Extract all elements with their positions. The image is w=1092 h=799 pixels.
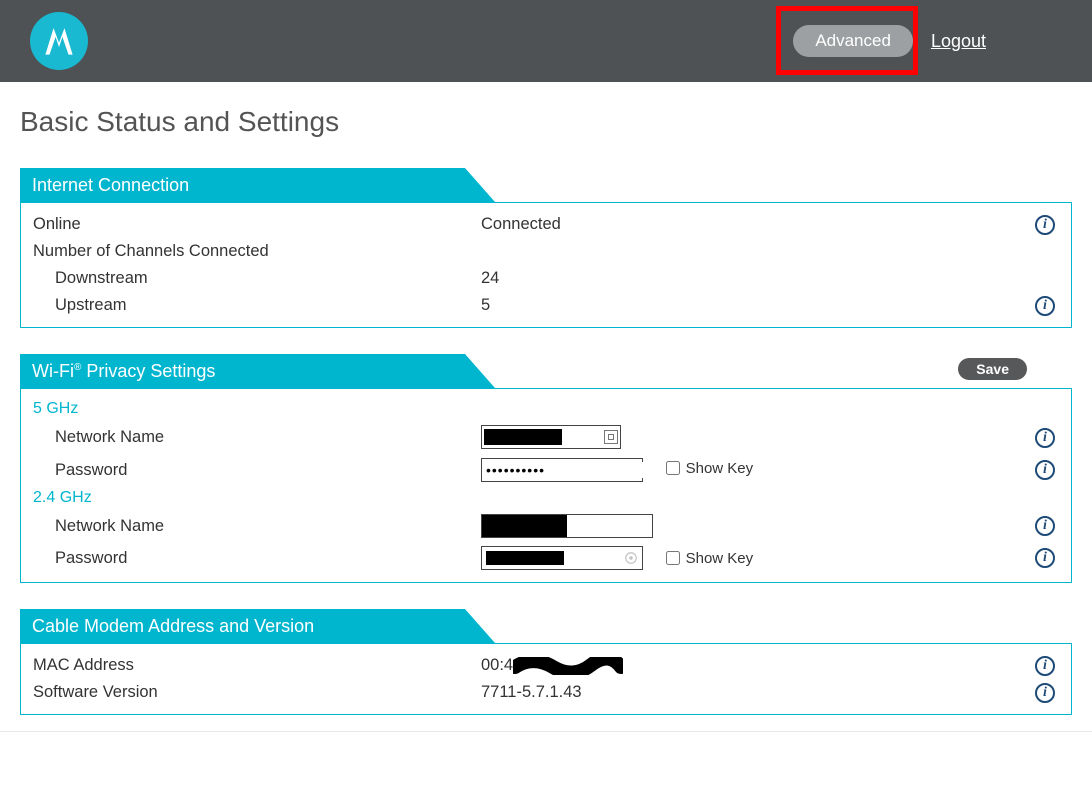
redacted-scribble-icon [513, 657, 623, 675]
section-modem-info: Cable Modem Address and Version MAC Addr… [20, 609, 1072, 715]
label-channels: Number of Channels Connected [31, 242, 481, 261]
wifi-title-suffix: Privacy Settings [81, 361, 215, 381]
value-5ghz-password: Show Key [481, 458, 1061, 482]
showkey-5ghz-checkbox[interactable] [666, 461, 680, 475]
row-5ghz-password: Password Show Key i [31, 454, 1061, 486]
section-header-internet: Internet Connection [20, 168, 465, 202]
section-body-wifi: 5 GHz Network Name i Password [20, 388, 1072, 583]
logout-link[interactable]: Logout [931, 31, 986, 52]
value-24ghz-ssid [481, 514, 1061, 538]
row-mac-address: MAC Address 00:4 i [31, 652, 1061, 679]
info-icon[interactable]: i [1035, 516, 1055, 536]
row-24ghz-ssid: Network Name i [31, 510, 1061, 542]
row-24ghz-password: Password Show Key i [31, 542, 1061, 574]
row-online: Online Connected i [31, 211, 1061, 238]
keyboard-icon [604, 430, 618, 444]
section-header-modem: Cable Modem Address and Version [20, 609, 465, 643]
section-body-modem: MAC Address 00:4 i Software Version 7711… [20, 643, 1072, 715]
info-icon[interactable]: i [1035, 460, 1055, 480]
redacted-icon [486, 551, 564, 565]
value-software: 7711-5.7.1.43 [481, 683, 1061, 702]
row-upstream: Upstream 5 i [31, 292, 1061, 319]
info-icon[interactable]: i [1035, 428, 1055, 448]
showkey-24ghz-checkbox[interactable] [666, 551, 680, 565]
showkey-24ghz-label: Show Key [686, 550, 754, 567]
row-software-version: Software Version 7711-5.7.1.43 i [31, 679, 1061, 706]
label-24ghz-password: Password [31, 549, 481, 568]
ssid-24ghz-input[interactable] [481, 514, 653, 538]
reveal-icon [624, 551, 638, 565]
row-channels-heading: Number of Channels Connected [31, 238, 1061, 265]
motorola-logo-icon [42, 24, 76, 58]
label-downstream: Downstream [31, 269, 481, 288]
section-wifi-privacy: Wi-Fi® Privacy Settings Save 5 GHz Netwo… [20, 354, 1072, 583]
value-24ghz-password: Show Key [481, 546, 1061, 570]
label-upstream: Upstream [31, 296, 481, 315]
label-24ghz-ssid: Network Name [31, 517, 481, 536]
label-mac: MAC Address [31, 656, 481, 675]
top-bar: Advanced Logout [0, 0, 1092, 82]
section-internet-connection: Internet Connection Online Connected i N… [20, 168, 1072, 328]
advanced-button[interactable]: Advanced [793, 25, 913, 57]
info-icon[interactable]: i [1035, 296, 1055, 316]
label-5ghz-password: Password [31, 461, 481, 480]
value-online: Connected [481, 215, 1061, 234]
label-5ghz-ssid: Network Name [31, 428, 481, 447]
password-24ghz-input-wrap[interactable] [481, 546, 643, 570]
info-icon[interactable]: i [1035, 656, 1055, 676]
value-downstream: 24 [481, 269, 1061, 288]
mac-visible-prefix: 00:4 [481, 656, 513, 674]
row-downstream: Downstream 24 [31, 265, 1061, 292]
top-bar-right: Advanced Logout [793, 25, 1072, 57]
showkey-24ghz[interactable]: Show Key [666, 550, 754, 567]
page-title: Basic Status and Settings [20, 106, 1072, 138]
value-5ghz-ssid [481, 425, 1061, 450]
section-body-internet: Online Connected i Number of Channels Co… [20, 202, 1072, 328]
wifi-title-prefix: Wi-Fi [32, 361, 74, 381]
showkey-5ghz[interactable]: Show Key [666, 460, 754, 477]
main-content: Basic Status and Settings Internet Conne… [0, 82, 1092, 732]
info-icon[interactable]: i [1035, 215, 1055, 235]
section-header-wifi: Wi-Fi® Privacy Settings [20, 354, 465, 388]
save-button[interactable]: Save [958, 358, 1027, 380]
password-5ghz-input-wrap[interactable] [481, 458, 643, 482]
band-24ghz-label: 2.4 GHz [31, 486, 1061, 510]
info-icon[interactable]: i [1035, 683, 1055, 703]
row-5ghz-ssid: Network Name i [31, 421, 1061, 454]
band-5ghz-label: 5 GHz [31, 397, 1061, 421]
ssid-5ghz-input-wrap[interactable] [481, 425, 621, 449]
showkey-5ghz-label: Show Key [686, 460, 754, 477]
label-online: Online [31, 215, 481, 234]
password-5ghz-input[interactable] [486, 462, 667, 478]
redacted-icon [484, 429, 562, 445]
value-mac: 00:4 [481, 656, 1061, 675]
info-icon[interactable]: i [1035, 548, 1055, 568]
motorola-logo [30, 12, 88, 70]
value-upstream: 5 [481, 296, 1061, 315]
label-software: Software Version [31, 683, 481, 702]
